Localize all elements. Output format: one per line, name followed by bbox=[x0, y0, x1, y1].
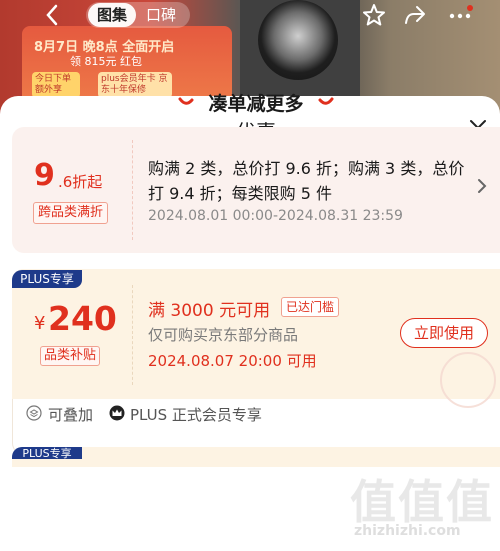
discount-type-tag: 跨品类满折 bbox=[33, 202, 109, 224]
chevron-right-icon[interactable] bbox=[476, 178, 488, 194]
plus-badge: PLUS专享 bbox=[12, 447, 82, 459]
share-icon[interactable] bbox=[402, 3, 428, 27]
top-nav: 图集 口碑 bbox=[0, 0, 500, 32]
coupon-type-tag: 品类补贴 bbox=[40, 346, 101, 366]
use-now-button[interactable]: 立即使用 bbox=[400, 318, 488, 348]
coupon-scope: 仅可购买京东部分商品 bbox=[148, 326, 299, 344]
coupon-amount: 240 bbox=[48, 299, 117, 338]
card-divider bbox=[132, 140, 133, 240]
coupon-available-time: 2024.08.07 20:00 可用 bbox=[148, 352, 317, 370]
tab-gallery[interactable]: 图集 bbox=[88, 3, 136, 27]
discount-rate-minor: .6折起 bbox=[58, 173, 103, 191]
watermark-text: zhizhizhi.com bbox=[354, 523, 461, 539]
section-title: 凑单减更多 bbox=[208, 93, 304, 115]
stack-icon bbox=[26, 405, 42, 421]
tab-reviews[interactable]: 口碑 bbox=[146, 3, 176, 27]
plus-badge: PLUS专享 bbox=[12, 270, 82, 288]
crown-icon bbox=[109, 405, 125, 421]
seal-stamp bbox=[440, 352, 496, 408]
swoosh-right-icon bbox=[318, 97, 334, 105]
plus-member-label: PLUS 正式会员专享 bbox=[130, 406, 262, 424]
chevron-left-icon[interactable] bbox=[44, 3, 60, 33]
stackable-label: 可叠加 bbox=[48, 406, 94, 424]
discount-date-range: 2024.08.01 00:00-2024.08.31 23:59 bbox=[148, 208, 403, 224]
coupon-card-plus-2 bbox=[12, 447, 500, 467]
currency-symbol: ¥ bbox=[34, 313, 46, 334]
threshold-status-badge: 已达门槛 bbox=[281, 297, 340, 317]
star-icon[interactable] bbox=[361, 2, 387, 28]
discount-description: 购满 2 类，总价打 9.6 折；购满 3 类，总价打 9.4 折；每类限购 5… bbox=[148, 159, 465, 203]
discount-rate-major: 9 bbox=[34, 158, 55, 193]
more-dots-icon[interactable] bbox=[446, 2, 474, 28]
card-divider bbox=[132, 285, 133, 385]
coupon-condition: 满 3000 元可用 bbox=[148, 301, 271, 321]
promo-line2: 领 815元 红包 bbox=[70, 55, 142, 68]
